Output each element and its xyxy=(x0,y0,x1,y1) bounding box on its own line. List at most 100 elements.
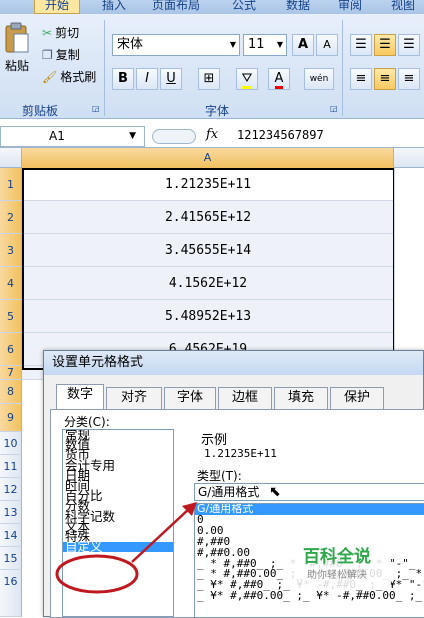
mouse-cursor-icon: ⬉ xyxy=(269,484,281,500)
group-divider xyxy=(104,20,105,116)
sample-label: 示例 xyxy=(201,433,228,448)
align-right-icon: ≡ xyxy=(403,71,415,86)
watermark-title: 百科全说 xyxy=(303,547,371,567)
row-header[interactable]: 9 xyxy=(0,404,22,432)
row-header[interactable]: 16 xyxy=(0,570,22,617)
format-painter-label: 格式刷 xyxy=(60,70,97,84)
font-name-value: 宋体 xyxy=(117,37,144,52)
row-header[interactable]: 4 xyxy=(0,267,22,300)
align-center-button[interactable]: ≡ xyxy=(374,68,396,90)
cell-a1[interactable]: 1.21235E+11 xyxy=(22,168,394,201)
align-bottom-button[interactable]: ☰ xyxy=(398,34,420,56)
clipboard-group-label: 剪贴板 xyxy=(22,104,59,118)
row-header[interactable]: 7 xyxy=(0,366,22,380)
name-box-value: A1 xyxy=(49,129,65,143)
formula-bar: A1 ▼ fx 121234567897 xyxy=(0,125,424,148)
chevron-down-icon: ▼ xyxy=(276,40,283,49)
font-size-value: 11 xyxy=(248,37,265,52)
category-label: 分类(C): xyxy=(64,415,110,429)
row-header[interactable]: 2 xyxy=(0,201,22,234)
formula-bar-splitter[interactable] xyxy=(152,129,196,144)
cut-label: 剪切 xyxy=(55,26,80,40)
tab-number[interactable]: 数字 xyxy=(56,384,104,410)
align-left-icon: ≡ xyxy=(355,71,367,86)
tab-alignment[interactable]: 对齐 xyxy=(106,387,162,409)
column-header-bar: A xyxy=(0,148,424,168)
row-header[interactable]: 10 xyxy=(0,432,22,455)
row-header[interactable]: 13 xyxy=(0,501,22,524)
format-painter-button[interactable]: 🖌 格式刷 xyxy=(42,68,96,85)
cell-a2[interactable]: 2.41565E+12 xyxy=(22,201,394,234)
tab-home[interactable]: 开始 xyxy=(34,0,81,14)
borders-icon: ⊞ xyxy=(203,71,215,86)
tab-border[interactable]: 边框 xyxy=(218,387,272,409)
shrink-font-icon: A xyxy=(323,38,331,51)
row-header[interactable]: 8 xyxy=(0,380,22,404)
sample-value: 1.21235E+11 xyxy=(204,447,277,460)
fill-color-button[interactable]: ⛛ xyxy=(236,68,258,90)
cell-a3[interactable]: 3.45655E+14 xyxy=(22,234,394,267)
row-header[interactable]: 3 xyxy=(0,234,22,267)
align-right-button[interactable]: ≡ xyxy=(398,68,420,90)
shrink-font-button[interactable]: A xyxy=(316,34,338,56)
format-item[interactable]: _ ¥* #,##0.00_ ;_ ¥* -#,##0.00_ ;_ ¥* "-… xyxy=(195,590,424,602)
tab-review[interactable]: 审阅 xyxy=(338,0,362,14)
row-header[interactable]: 1 xyxy=(0,168,22,201)
chevron-down-icon: ▼ xyxy=(229,40,236,49)
font-size-select[interactable]: 11 ▼ xyxy=(243,34,287,56)
font-color-button[interactable]: A xyxy=(268,68,290,90)
insert-function-button[interactable]: fx xyxy=(206,127,218,142)
row-header[interactable]: 15 xyxy=(0,547,22,570)
row-header[interactable]: 6 xyxy=(0,333,22,366)
borders-button[interactable]: ⊞ xyxy=(198,68,220,90)
format-item[interactable]: 0 xyxy=(195,514,424,526)
category-item-custom[interactable]: 自定义 xyxy=(63,540,173,553)
grow-font-button[interactable]: A xyxy=(292,34,314,56)
tab-data[interactable]: 数据 xyxy=(286,0,310,14)
copy-button[interactable]: ❐ 复制 xyxy=(42,46,80,63)
align-left-button[interactable]: ≡ xyxy=(350,68,372,90)
tab-protection[interactable]: 保护 xyxy=(330,387,384,409)
cell-a4[interactable]: 4.1562E+12 xyxy=(22,267,394,300)
clipboard-dialog-launcher-icon[interactable]: ◲ xyxy=(92,104,100,113)
format-item[interactable]: G/通用格式 xyxy=(195,504,424,515)
select-all-button[interactable] xyxy=(0,148,22,168)
group-divider xyxy=(342,20,343,116)
cell-a5[interactable]: 5.48952E+13 xyxy=(22,300,394,333)
font-name-select[interactable]: 宋体 ▼ xyxy=(112,34,240,56)
underline-button[interactable]: U xyxy=(160,68,182,90)
column-b-edge xyxy=(394,168,424,350)
row-header[interactable]: 14 xyxy=(0,524,22,547)
align-top-button[interactable]: ☰ xyxy=(350,34,372,56)
ribbon: 粘贴 ✂ 剪切 ❐ 复制 🖌 格式刷 剪贴板 ◲ 宋体 ▼ 11 ▼ A A B… xyxy=(0,14,424,119)
name-box[interactable]: A1 ▼ xyxy=(0,126,145,147)
cut-button[interactable]: ✂ 剪切 xyxy=(42,24,79,41)
dialog-title: 设置单元格格式 xyxy=(44,351,423,375)
tab-fill[interactable]: 填充 xyxy=(274,387,328,409)
italic-button[interactable]: I xyxy=(136,68,158,90)
phonetic-button[interactable]: wén xyxy=(304,68,334,90)
row-header[interactable]: 5 xyxy=(0,300,22,333)
bold-button[interactable]: B xyxy=(112,68,134,90)
row-header[interactable]: 12 xyxy=(0,478,22,501)
ribbon-tab-bar: 开始 插入 页面布局 公式 数据 审阅 视图 xyxy=(0,0,424,14)
align-center-icon: ≡ xyxy=(379,71,391,86)
type-input[interactable]: G/通用格式 xyxy=(194,483,424,501)
align-middle-button[interactable]: ☰ xyxy=(374,34,396,56)
brush-icon: 🖌 xyxy=(42,69,58,84)
tab-font[interactable]: 字体 xyxy=(164,387,216,409)
watermark-logo: 百科全说 助你轻松解决 xyxy=(283,545,391,590)
tab-formulas[interactable]: 公式 xyxy=(232,0,256,14)
tab-page-layout[interactable]: 页面布局 xyxy=(152,0,200,14)
tab-insert[interactable]: 插入 xyxy=(102,0,126,14)
column-header-a[interactable]: A xyxy=(22,148,394,168)
formula-content[interactable]: 121234567897 xyxy=(237,128,324,142)
type-label: 类型(T): xyxy=(197,469,242,483)
row-header[interactable]: 11 xyxy=(0,455,22,478)
font-dialog-launcher-icon[interactable]: ◲ xyxy=(330,104,338,113)
tab-view[interactable]: 视图 xyxy=(391,0,415,14)
grow-font-icon: A xyxy=(297,37,309,52)
paste-button[interactable]: 粘贴 xyxy=(2,22,32,92)
category-list[interactable]: 常规 数值 货币 会计专用 日期 时间 百分比 分数 科学记数 文本 特殊 自定… xyxy=(62,429,174,617)
chevron-down-icon: ▼ xyxy=(129,131,136,141)
